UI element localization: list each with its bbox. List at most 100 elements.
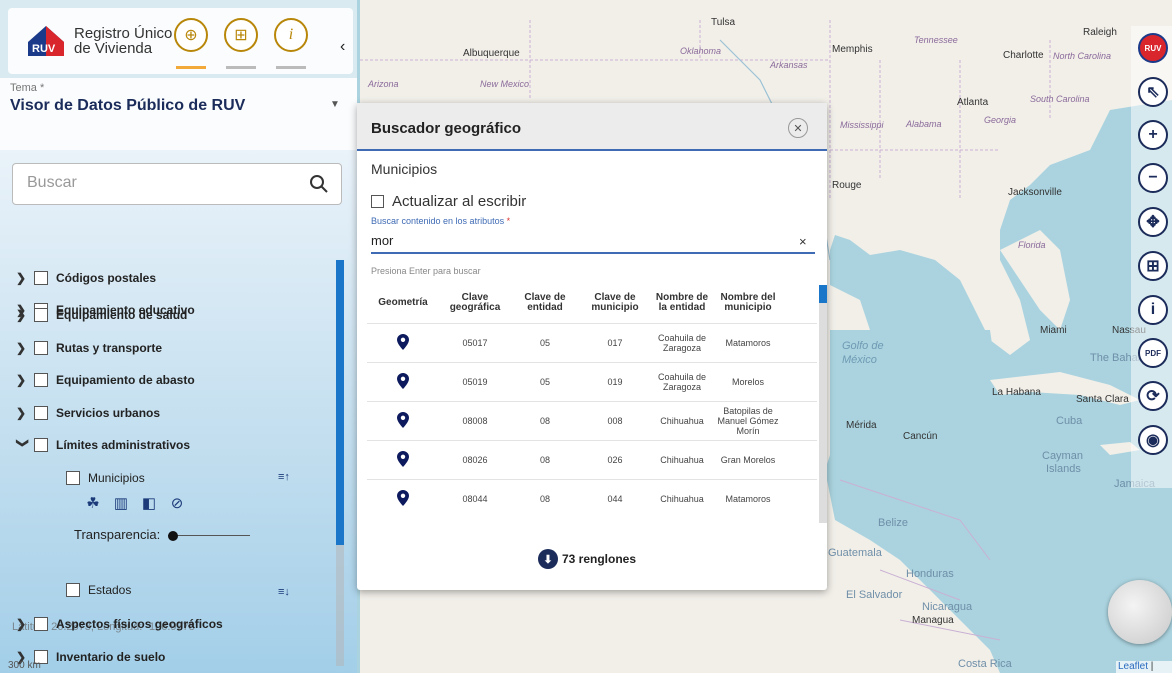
table-row[interactable]: 08026 08 026 Chihuahua Gran Morelos xyxy=(367,439,817,479)
geometry-cell[interactable] xyxy=(367,400,439,440)
caret-down-icon[interactable]: ▼ xyxy=(330,99,340,110)
layer-checkbox[interactable] xyxy=(34,308,48,322)
tree-item-aspectos-fisicos[interactable]: ❯ Aspectos físicos geográficos xyxy=(16,613,223,635)
ruv-logo-button[interactable]: RUV xyxy=(1138,33,1168,63)
chevron-right-icon[interactable]: ❯ xyxy=(16,617,30,631)
tree-item-servicios-urbanos[interactable]: ❯ Servicios urbanos xyxy=(16,402,160,424)
collapse-panel-icon[interactable]: ‹ xyxy=(340,38,345,56)
column-header[interactable]: Clave geográfica xyxy=(439,283,511,323)
tree-item-equipamiento-salud[interactable]: ❯ Equipamiento de salud xyxy=(16,304,187,326)
visibility-icon: ◉ xyxy=(1146,432,1160,449)
tree-item-limites-administrativos[interactable]: ❯ Límites administrativos xyxy=(16,434,190,456)
table-scrollbar-thumb[interactable] xyxy=(819,285,827,303)
search-globe-icon[interactable]: ⊘ xyxy=(168,495,186,513)
chevron-down-icon[interactable]: ❯ xyxy=(16,438,30,452)
sort-desc-icon[interactable]: ≡↑ xyxy=(278,471,290,483)
geometry-cell[interactable] xyxy=(367,322,439,362)
layer-search-input[interactable] xyxy=(27,174,307,192)
column-header[interactable]: Clave de entidad xyxy=(511,283,579,323)
tree-item-label: Límites administrativos xyxy=(56,438,191,452)
search-icon[interactable] xyxy=(309,174,329,194)
chevron-right-icon[interactable]: ❯ xyxy=(16,308,30,322)
map-pin-icon[interactable] xyxy=(397,489,409,506)
visibility-button[interactable]: ◉ xyxy=(1138,425,1168,455)
chevron-right-icon[interactable]: ❯ xyxy=(16,271,30,285)
tree-item-rutas-transporte[interactable]: ❯ Rutas y transporte xyxy=(16,337,162,359)
table-cell: Chihuahua xyxy=(651,439,713,479)
svg-text:RUV: RUV xyxy=(32,43,56,55)
chevron-right-icon[interactable]: ❯ xyxy=(16,341,30,355)
column-header[interactable]: Nombre del municipio xyxy=(713,283,783,323)
transparency-slider[interactable] xyxy=(168,531,250,541)
map-label: Costa Rica xyxy=(958,658,1012,670)
layers-tab-button[interactable]: ⊕ xyxy=(174,18,208,52)
close-button[interactable]: ✕ xyxy=(788,118,808,138)
tab-indicator xyxy=(276,66,306,69)
layer-checkbox[interactable] xyxy=(66,471,80,485)
info-button[interactable]: i xyxy=(1138,295,1168,325)
layer-search[interactable] xyxy=(12,163,342,205)
full-extent-icon: ✥ xyxy=(1146,214,1160,231)
table-row[interactable]: 08008 08 008 Chihuahua Batopilas de Manuel G… xyxy=(367,400,817,440)
map-pin-icon[interactable] xyxy=(397,411,409,428)
sublayer-municipios[interactable]: Municipios xyxy=(66,468,145,488)
table-cell: Morelos xyxy=(713,361,783,401)
zoom-in-button[interactable]: + xyxy=(1138,120,1168,150)
map-pin-icon[interactable] xyxy=(397,333,409,350)
download-button[interactable]: ⬇ 73 renglones xyxy=(538,549,636,569)
map-label: México xyxy=(842,354,877,366)
table-cell: 08026 xyxy=(439,439,511,479)
chevron-right-icon[interactable]: ❯ xyxy=(16,373,30,387)
panel-scrollbar-thumb[interactable] xyxy=(336,260,344,545)
column-header[interactable]: Nombre de la entidad xyxy=(651,283,713,323)
layer-checkbox[interactable] xyxy=(34,271,48,285)
tools-tab-button[interactable]: ⊞ xyxy=(224,18,258,52)
chevron-right-icon[interactable]: ❯ xyxy=(16,406,30,420)
pdf-button[interactable]: PDF xyxy=(1138,338,1168,368)
map-label: Arizona xyxy=(368,79,399,89)
info-tab-button[interactable]: i xyxy=(274,18,308,52)
column-header[interactable]: Clave de municipio xyxy=(579,283,651,323)
slider-knob[interactable] xyxy=(168,531,178,541)
tree-item-equipamiento-abasto[interactable]: ❯ Equipamiento de abasto xyxy=(16,369,195,391)
clear-icon[interactable]: × xyxy=(799,234,807,249)
legend-icon[interactable]: ◧ xyxy=(140,495,158,513)
network-icon[interactable]: ☘ xyxy=(84,495,102,513)
table-cell: 017 xyxy=(579,322,651,362)
layer-checkbox[interactable] xyxy=(34,406,48,420)
checkbox[interactable] xyxy=(371,195,384,208)
map-pin-icon[interactable] xyxy=(397,372,409,389)
table-row[interactable]: 05019 05 019 Coahuila de Zaragoza Morelos xyxy=(367,361,817,401)
layer-checkbox[interactable] xyxy=(34,438,48,452)
update-on-type-checkbox[interactable]: Actualizar al escribir xyxy=(371,193,526,210)
app-title-line2: de Vivienda xyxy=(74,40,153,57)
refresh-button[interactable]: ⟳ xyxy=(1138,381,1168,411)
sublayer-estados[interactable]: Estados xyxy=(66,580,131,600)
table-scrollbar[interactable] xyxy=(819,285,827,523)
zoom-out-button[interactable]: − xyxy=(1138,163,1168,193)
layer-checkbox[interactable] xyxy=(34,341,48,355)
leaflet-link[interactable]: Leaflet xyxy=(1118,661,1148,672)
layer-checkbox[interactable] xyxy=(66,583,80,597)
pan-button[interactable]: ⇖ xyxy=(1138,77,1168,107)
tree-item-codigos-postales[interactable]: ❯ Códigos postales xyxy=(16,267,156,289)
table-icon[interactable]: ▥ xyxy=(112,495,130,513)
geometry-cell[interactable] xyxy=(367,361,439,401)
layer-checkbox[interactable] xyxy=(34,373,48,387)
sublayer-label: Municipios xyxy=(88,471,145,485)
column-header[interactable]: Geometría xyxy=(367,283,439,323)
select-area-button[interactable]: ⊞ xyxy=(1138,251,1168,281)
theme-value[interactable]: Visor de Datos Público de RUV xyxy=(10,97,245,115)
minimap-globe[interactable] xyxy=(1108,580,1172,644)
geometry-cell[interactable] xyxy=(367,478,439,518)
table-row[interactable]: 08044 08 044 Chihuahua Matamoros xyxy=(367,478,817,518)
row-count: 73 renglones xyxy=(562,552,637,566)
sort-asc-icon[interactable]: ≡↓ xyxy=(278,586,290,598)
map-pin-icon[interactable] xyxy=(397,450,409,467)
table-row[interactable]: 05017 05 017 Coahuila de Zaragoza Matamoros xyxy=(367,322,817,362)
attribute-search-input[interactable] xyxy=(371,228,815,254)
full-extent-button[interactable]: ✥ xyxy=(1138,207,1168,237)
map-label: Alabama xyxy=(906,119,942,129)
layer-checkbox[interactable] xyxy=(34,617,48,631)
geometry-cell[interactable] xyxy=(367,439,439,479)
